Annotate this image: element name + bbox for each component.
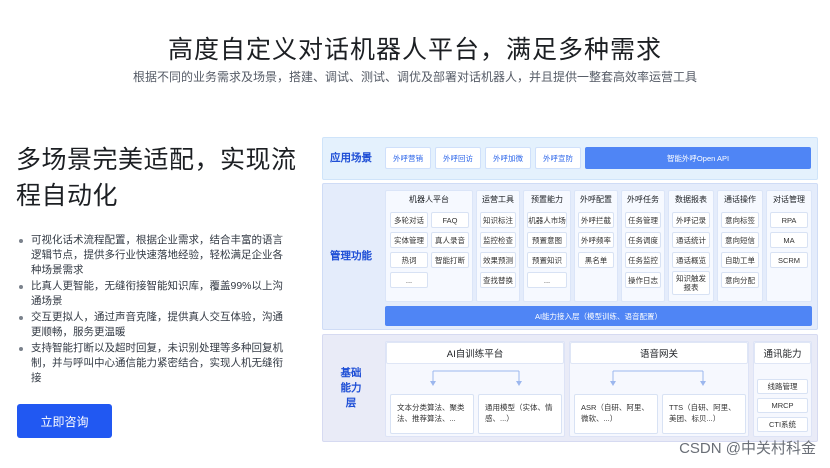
function-cell: MA	[770, 232, 808, 248]
ai-training-title: AI自训练平台	[386, 342, 564, 364]
function-cell: 实体管理	[390, 232, 428, 248]
function-cell: ...	[390, 272, 428, 288]
function-cell: 通话统计	[672, 232, 710, 248]
capability-card: 通用模型（实体、情感、...）	[478, 394, 562, 434]
function-cell: 自助工单	[721, 252, 759, 268]
function-cell: 意向标签	[721, 212, 759, 228]
function-cell: 预置知识	[527, 252, 567, 268]
function-cell: 监控检查	[480, 232, 516, 248]
function-cell: 预置意图	[527, 232, 567, 248]
function-cell: 外呼记录	[672, 212, 710, 228]
ai-training-section: AI自训练平台 文本分类算法、聚类法、推荐算法、... 通用模型（实体、情感、.…	[385, 341, 565, 437]
function-cell: 操作日志	[625, 272, 661, 288]
column-title: 预置能力	[531, 195, 563, 204]
scenario-item: 外呼加微	[485, 147, 531, 169]
base-band: 基础能力层 AI自训练平台 文本分类算法、聚类法、推荐算法、... 通用模型（实…	[322, 334, 818, 442]
scenario-item: 外呼回访	[435, 147, 481, 169]
function-cell: 查找替换	[480, 272, 516, 288]
function-cell: 通话概览	[672, 252, 710, 268]
feature-bullet: 支持智能打断以及超时回复，未识别处理等多种回复机制，并与呼叫中心通信能力紧密结合…	[16, 341, 284, 386]
function-cell: 意向短信	[721, 232, 759, 248]
function-cell: 黑名单	[578, 252, 614, 268]
scenario-band: 应用场景 外呼营销 外呼回访 外呼加微 外呼宣防 智能外呼Open API	[322, 137, 818, 180]
scenario-band-label: 应用场景	[330, 152, 372, 164]
column-call-actions: 通话操作 意向标签 意向短信 自助工单 意向分配	[717, 190, 763, 302]
column-preset: 预置能力 机器人市场 预置意图 预置知识 ...	[523, 190, 571, 302]
column-title: 通话操作	[724, 195, 756, 204]
hero-title: 高度自定义对话机器人平台，满足多种需求	[167, 36, 662, 64]
feature-bullet: 可视化话术流程配置，根据企业需求，结合丰富的语言逻辑节点，提供多行业快速落地经验…	[16, 233, 284, 278]
voice-gateway-title: 语音网关	[570, 342, 748, 364]
function-cell: 智能打断	[431, 252, 469, 268]
column-call-tasks: 外呼任务 任务管理 任务调度 任务监控 操作日志	[621, 190, 665, 302]
management-band-label: 管理功能	[330, 250, 372, 262]
function-cell: 知识标注	[480, 212, 516, 228]
hero-subtitle: 根据不同的业务需求及场景，搭建、调试、测试、调优及部署对话机器人，并且提供一整套…	[132, 70, 697, 84]
column-dialog-mgmt: 对话管理 RPA MA SCRM	[766, 190, 812, 302]
function-cell: 任务监控	[625, 252, 661, 268]
column-ops-tools: 运营工具 知识标注 监控检查 效果预测 查找替换	[476, 190, 520, 302]
capability-card: 文本分类算法、聚类法、推荐算法、...	[390, 394, 474, 434]
function-cell: 机器人市场	[527, 212, 567, 228]
consult-button[interactable]: 立即咨询	[17, 404, 112, 438]
scenario-item: 外呼宣防	[535, 147, 581, 169]
scenario-item: 外呼营销	[385, 147, 431, 169]
function-cell: 任务调度	[625, 232, 661, 248]
management-band: 管理功能 机器人平台 多轮对话 FAQ 实体管理 真人录音 热词 智能打断 ..…	[322, 183, 818, 330]
watermark: CSDN @中关村科金	[679, 440, 816, 457]
function-cell: ...	[527, 272, 567, 288]
open-api-bar: 智能外呼Open API	[585, 147, 811, 169]
column-title: 外呼任务	[627, 195, 659, 204]
function-cell: 知识触发报表	[672, 271, 710, 295]
capability-card: TTS（自研、阿里、美团、标贝...）	[662, 394, 746, 434]
column-robot-platform: 机器人平台 多轮对话 FAQ 实体管理 真人录音 热词 智能打断 ...	[385, 190, 473, 302]
function-cell: 多轮对话	[390, 212, 428, 228]
column-title: 对话管理	[773, 195, 805, 204]
function-cell: 效果预测	[480, 252, 516, 268]
function-cell: RPA	[770, 212, 808, 228]
feature-bullet-list: 可视化话术流程配置，根据企业需求，结合丰富的语言逻辑节点，提供多行业快速落地经验…	[16, 233, 284, 387]
comm-title: 通讯能力	[754, 342, 811, 364]
column-title: 运营工具	[482, 195, 514, 204]
feature-bullet: 交互更拟人，通过声音克隆，提供真人交互体验，沟通更顺畅，服务更温暖	[16, 310, 284, 340]
ai-access-layer-bar: AI能力接入层（模型训练、语音配置）	[385, 306, 812, 326]
column-title: 数据报表	[675, 195, 707, 204]
comm-item: MRCP	[757, 398, 808, 413]
comm-item: CTI系统	[757, 417, 808, 432]
function-cell: 热词	[390, 252, 428, 268]
feature-title: 多场景完美适配，实现流程自动化	[16, 146, 297, 210]
capability-card: ASR（自研、阿里、微软、...）	[574, 394, 658, 434]
function-cell: 任务管理	[625, 212, 661, 228]
base-band-label: 基础能力层	[340, 366, 362, 409]
function-cell: 意向分配	[721, 272, 759, 288]
function-cell: 外呼频率	[578, 232, 614, 248]
column-call-config: 外呼配置 外呼拦截 外呼频率 黑名单	[574, 190, 618, 302]
function-cell: 外呼拦截	[578, 212, 614, 228]
architecture-diagram: 应用场景 外呼营销 外呼回访 外呼加微 外呼宣防 智能外呼Open API 管理…	[322, 137, 818, 442]
function-cell: SCRM	[770, 252, 808, 268]
voice-gateway-section: 语音网关 ASR（自研、阿里、微软、...） TTS（自研、阿里、美团、标贝..…	[569, 341, 749, 437]
feature-bullet: 比真人更智能，无缝衔接智能知识库，覆盖99%以上沟通场景	[16, 279, 284, 309]
column-title: 外呼配置	[580, 195, 612, 204]
comm-section: 通讯能力 线路管理 MRCP CTI系统	[753, 341, 812, 437]
column-reports: 数据报表 外呼记录 通话统计 通话概览 知识触发报表	[668, 190, 714, 302]
function-cell: 真人录音	[431, 232, 469, 248]
column-title: 机器人平台	[409, 195, 449, 204]
comm-item: 线路管理	[757, 379, 808, 394]
function-cell: FAQ	[431, 212, 469, 228]
